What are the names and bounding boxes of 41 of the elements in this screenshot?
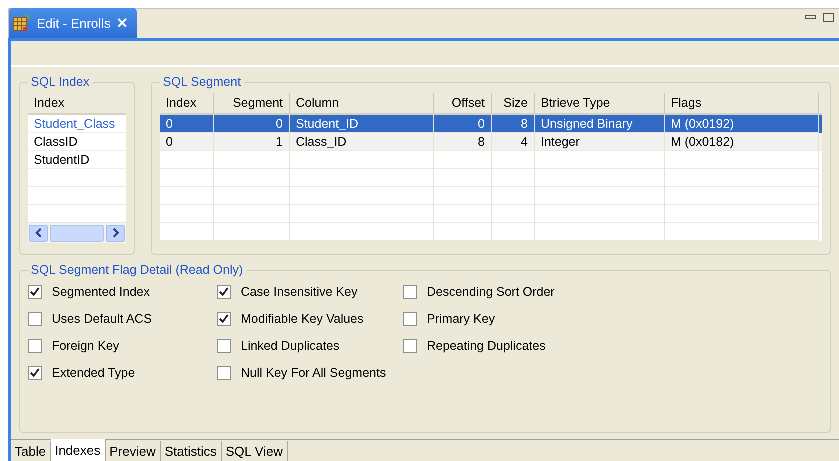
checkmark-icon xyxy=(219,314,229,324)
flag-checkbox[interactable]: Uses Default ACS xyxy=(28,310,217,328)
flag-checkbox[interactable]: Repeating Duplicates xyxy=(403,337,603,355)
column-header[interactable]: Flags xyxy=(665,93,819,113)
flag-checkbox[interactable]: Extended Type xyxy=(28,364,217,382)
column-header[interactable]: Segment xyxy=(214,93,290,113)
column-header[interactable]: Index xyxy=(160,93,214,113)
checkmark-icon xyxy=(30,368,40,378)
table-row[interactable]: 0 0 Student_ID 0 8 Unsigned Binary M (0x0192) xyxy=(160,115,822,133)
column-header[interactable]: Btrieve Type xyxy=(535,93,665,113)
flag-checkbox[interactable]: Linked Duplicates xyxy=(217,337,403,355)
flag-checkbox[interactable]: Case Insensitive Key xyxy=(217,283,403,301)
panel-title: SQL Segment xyxy=(162,75,242,89)
flag-checkbox[interactable]: Descending Sort Order xyxy=(403,283,603,301)
editor-tab[interactable]: Edit - Enrolls ✕ xyxy=(9,8,137,38)
checkmark-icon xyxy=(30,287,40,297)
column-header[interactable]: Size xyxy=(492,93,535,113)
column-header[interactable]: Offset xyxy=(434,93,492,113)
scroll-left-icon[interactable] xyxy=(34,228,42,238)
flag-checkbox[interactable]: Primary Key xyxy=(403,310,603,328)
panel-title: SQL Index xyxy=(30,75,91,89)
view-tab[interactable]: Preview xyxy=(106,441,161,461)
index-list-item[interactable]: ClassID xyxy=(28,133,126,151)
scroll-right-icon[interactable] xyxy=(112,228,120,238)
editor-tab-title: Edit - Enrolls xyxy=(37,16,111,30)
view-tab[interactable]: Indexes xyxy=(51,439,106,461)
index-list-item[interactable]: StudentID xyxy=(28,151,126,169)
index-list-item[interactable]: Student_Class xyxy=(28,115,126,133)
flag-checkbox[interactable]: Null Key For All Segments xyxy=(217,364,403,382)
flag-checkbox[interactable]: Segmented Index xyxy=(28,283,217,301)
column-header[interactable]: Column xyxy=(290,93,434,113)
table-icon xyxy=(13,14,31,32)
maximize-icon[interactable] xyxy=(823,13,835,23)
table-row[interactable]: 0 1 Class_ID 8 4 Integer M (0x0182) xyxy=(160,133,822,151)
column-header[interactable]: Index xyxy=(28,93,126,113)
flag-checkbox[interactable]: Foreign Key xyxy=(28,337,217,355)
flag-checkbox[interactable]: Modifiable Key Values xyxy=(217,310,403,328)
panel-title: SQL Segment Flag Detail (Read Only) xyxy=(30,263,244,277)
checkmark-icon xyxy=(219,287,229,297)
close-button[interactable]: ✕ xyxy=(116,15,129,31)
horizontal-scrollbar[interactable] xyxy=(28,223,126,243)
